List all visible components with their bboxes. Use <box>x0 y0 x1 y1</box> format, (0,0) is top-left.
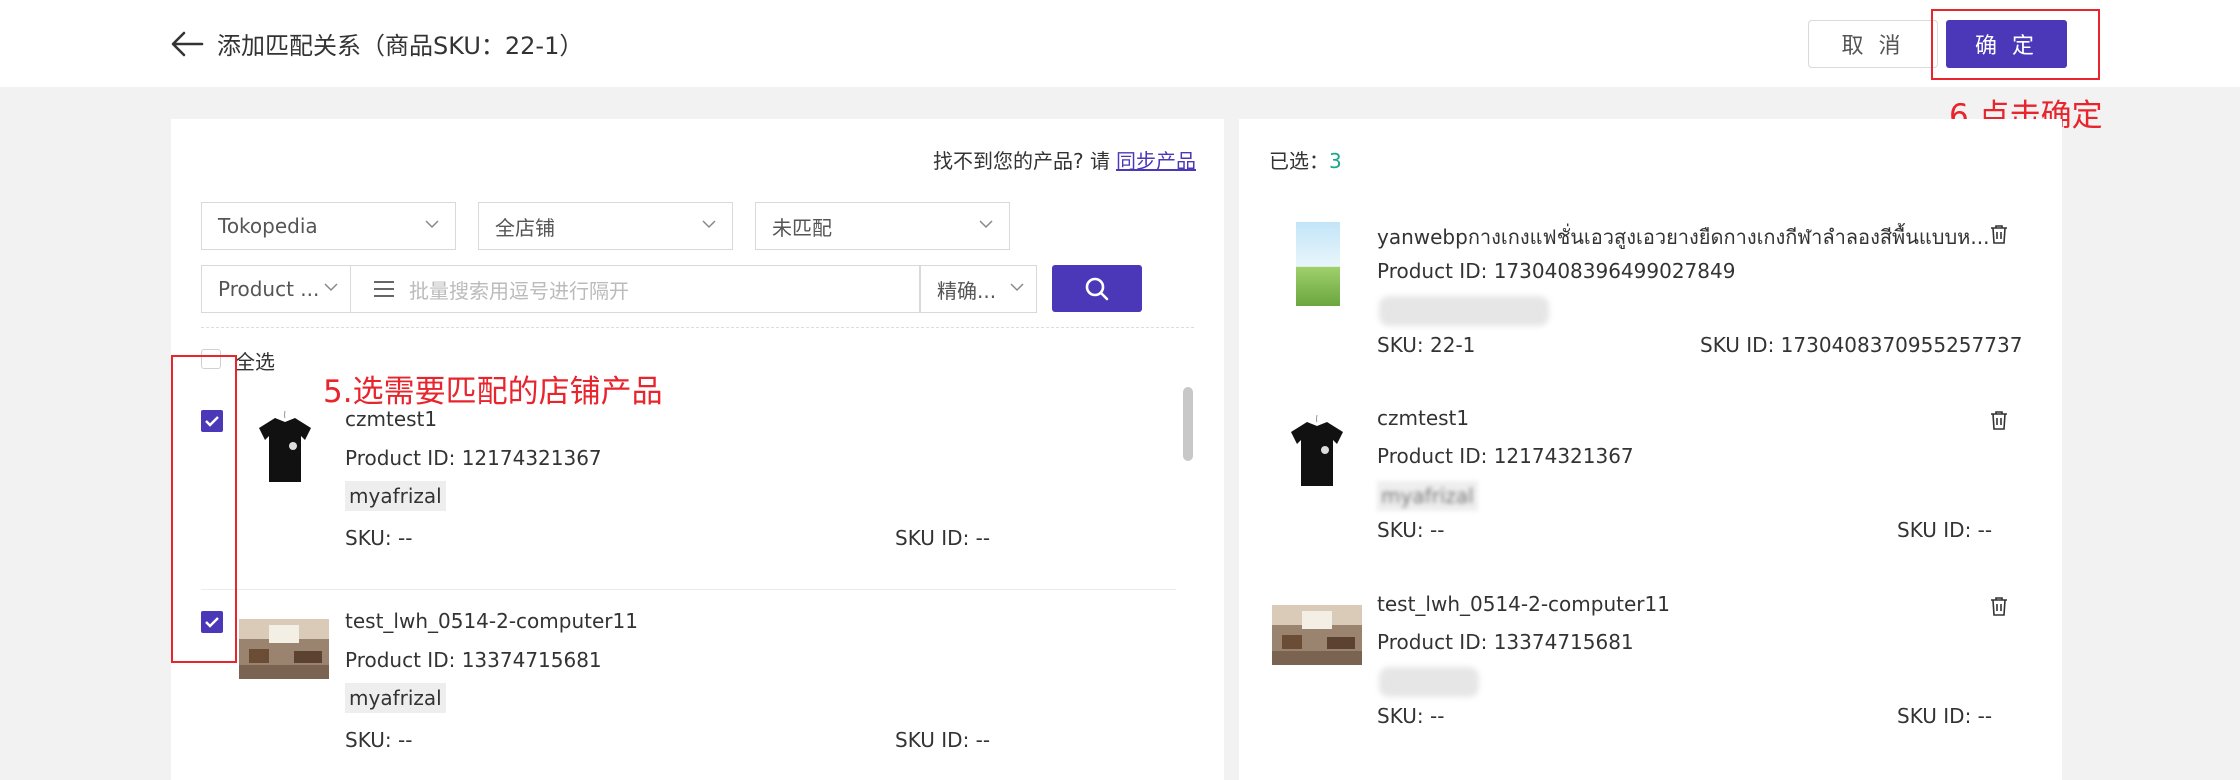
selected-product-id: Product ID: 1730408396499027849 <box>1377 259 1736 283</box>
delete-icon[interactable] <box>1990 224 2008 244</box>
product-id: Product ID: 13374715681 <box>345 648 602 672</box>
product-sku-id: SKU ID: -- <box>895 728 991 752</box>
selected-product-sku-id: SKU ID: -- <box>1897 518 1993 542</box>
selected-product-sku: SKU: 22-1 <box>1377 333 1476 357</box>
selected-product-sku: SKU: -- <box>1377 704 1445 728</box>
selected-product-name: yanwebpกางเกงแฟชั่นเอวสูงเอวยางยืดกางเกง… <box>1377 225 1990 249</box>
tshirt-thumbnail <box>255 408 315 488</box>
selected-product-sku-id: SKU ID: -- <box>1897 704 1993 728</box>
back-arrow-icon[interactable] <box>170 29 204 59</box>
not-found-hint: 找不到您的产品? 请同步产品 <box>933 145 1196 174</box>
selected-product-name: test_lwh_0514-2-computer11 <box>1377 592 1670 616</box>
partial-store-tag: myafrizal <box>1377 481 1478 511</box>
filter-divider <box>201 327 1194 328</box>
chevron-down-icon <box>979 220 993 229</box>
selected-products-panel: 已选：3 yanwebpกางเกงแฟชั่นเอวสูงเอวยางยืดก… <box>1239 119 2062 780</box>
store-tag: myafrizal <box>345 683 446 713</box>
match-status-select[interactable]: 未匹配 <box>755 202 1010 250</box>
store-tag: myafrizal <box>345 481 446 511</box>
room-thumbnail <box>1272 605 1362 665</box>
search-field-value: Product ... <box>218 277 320 301</box>
blurred-store-tag <box>1379 296 1549 326</box>
page-title: 添加匹配关系（商品SKU：22-1） <box>217 32 584 60</box>
blurred-store-tag <box>1379 667 1479 697</box>
search-field-select[interactable]: Product ... <box>201 265 351 313</box>
checkbox-highlight-box <box>171 355 237 663</box>
selected-count: 3 <box>1329 149 1342 173</box>
delete-icon[interactable] <box>1990 410 2008 430</box>
tshirt-thumbnail <box>1287 412 1347 492</box>
platform-select[interactable]: Tokopedia <box>201 202 456 250</box>
batch-search-input[interactable]: 批量搜索用逗号进行隔开 <box>351 265 920 313</box>
room-thumbnail <box>239 619 329 679</box>
not-found-text: 找不到您的产品? 请 <box>933 149 1110 173</box>
product-sku-id: SKU ID: -- <box>895 526 991 550</box>
chevron-down-icon <box>324 283 338 292</box>
sync-products-link[interactable]: 同步产品 <box>1116 149 1196 173</box>
search-placeholder: 批量搜索用逗号进行隔开 <box>409 278 629 303</box>
search-button[interactable] <box>1052 265 1142 312</box>
confirm-highlight-box <box>1931 9 2100 80</box>
selected-product-sku: SKU: -- <box>1377 518 1445 542</box>
selected-label-text: 已选： <box>1269 149 1329 173</box>
delete-icon[interactable] <box>1990 596 2008 616</box>
store-select-value: 全店铺 <box>495 215 555 240</box>
select-all-label: 全选 <box>235 350 275 374</box>
selected-product-id: Product ID: 13374715681 <box>1377 630 1634 654</box>
product-name: test_lwh_0514-2-computer11 <box>345 609 638 633</box>
chevron-down-icon <box>1010 283 1024 292</box>
search-mode-value: 精确... <box>937 278 997 303</box>
top-bar: 添加匹配关系（商品SKU：22-1） 取 消 确 定 <box>0 0 2240 87</box>
product-sku: SKU: -- <box>345 526 413 550</box>
row-divider <box>201 589 1176 590</box>
platform-select-value: Tokopedia <box>218 214 318 238</box>
chevron-down-icon <box>425 220 439 229</box>
selected-product-name: czmtest1 <box>1377 406 1470 430</box>
store-select[interactable]: 全店铺 <box>478 202 733 250</box>
selected-product-sku-id: SKU ID: 1730408370955257737 <box>1700 333 2023 357</box>
candidate-products-panel: 找不到您的产品? 请同步产品 Tokopedia 全店铺 未匹配 Product… <box>171 119 1224 780</box>
chevron-down-icon <box>702 220 716 229</box>
selected-product-id: Product ID: 12174321367 <box>1377 444 1634 468</box>
product-id: Product ID: 12174321367 <box>345 446 602 470</box>
step5-annotation: 5.选需要匹配的店铺产品 <box>323 374 663 410</box>
list-icon <box>374 281 394 297</box>
cancel-button[interactable]: 取 消 <box>1808 20 1938 68</box>
match-status-value: 未匹配 <box>772 215 832 240</box>
scrollbar-thumb[interactable] <box>1183 387 1193 461</box>
product-sku: SKU: -- <box>345 728 413 752</box>
product-image-thumbnail <box>1296 218 1340 306</box>
search-icon <box>1085 277 1109 300</box>
search-mode-select[interactable]: 精确... <box>920 265 1037 313</box>
selected-count-label: 已选：3 <box>1269 145 1342 174</box>
